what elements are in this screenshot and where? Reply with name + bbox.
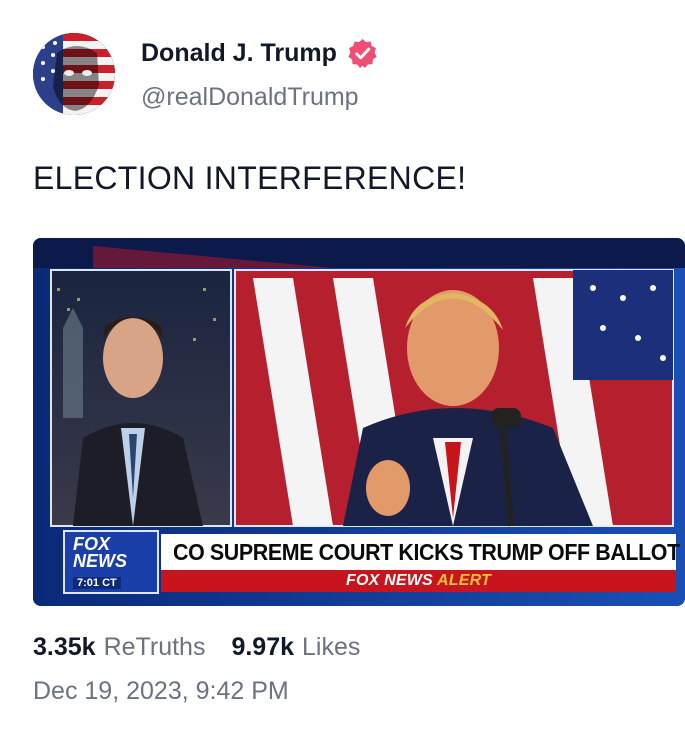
news-chyron: FOX NEWS 7:01 CT CO SUPREME COURT KICKS … [33,530,685,600]
likes-count[interactable]: 9.97k [231,633,294,662]
author-name-row: Donald J. Trump [141,38,378,69]
retruths-label[interactable]: ReTruths [104,633,206,662]
verified-badge-icon [347,38,378,69]
retruths-count[interactable]: 3.35k [33,633,96,662]
fox-news-logo-text: FOX NEWS [73,534,127,571]
author-avatar[interactable] [33,33,115,115]
flag-face-avatar-icon [33,33,115,115]
post-text: ELECTION INTERFERENCE! [33,160,467,196]
broadcast-time: 7:01 CT [73,577,121,589]
headline-bar: CO SUPREME COURT KICKS TRUMP OFF BALLOT [161,534,680,570]
likes-label[interactable]: Likes [302,633,360,662]
post-timestamp: Dec 19, 2023, 9:42 PM [33,677,289,705]
alert-text: FOX NEWS ALERT [345,572,492,589]
alert-bar: FOX NEWS ALERT [161,570,676,592]
author-name[interactable]: Donald J. Trump [141,39,337,68]
author-handle[interactable]: @realDonaldTrump [141,83,359,112]
chyron-headline: CO SUPREME COURT KICKS TRUMP OFF BALLOT [173,538,680,565]
engagement-stats: 3.35k ReTruths 9.97k Likes [33,633,360,662]
